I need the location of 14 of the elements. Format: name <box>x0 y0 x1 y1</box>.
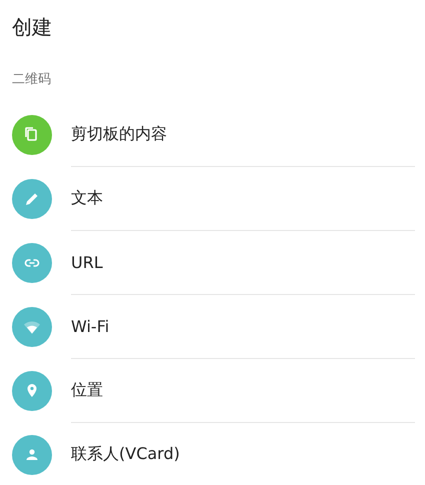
section-header: 二维码 <box>11 71 52 89</box>
link-icon[interactable] <box>12 243 52 283</box>
copy-icon[interactable] <box>12 115 52 155</box>
person-icon[interactable] <box>12 435 52 475</box>
list-item[interactable]: URL <box>71 253 103 272</box>
location-pin-icon[interactable] <box>12 371 52 411</box>
list-item[interactable]: 剪切板的内容 <box>71 124 167 145</box>
list-item[interactable]: 联系人(VCard) <box>71 444 180 465</box>
wifi-icon[interactable] <box>12 307 52 347</box>
screen-title: 创建 <box>11 14 53 41</box>
list-item[interactable]: 文本 <box>71 188 103 209</box>
pencil-icon[interactable] <box>12 179 52 219</box>
list-item[interactable]: 位置 <box>71 380 103 401</box>
list-item[interactable]: Wi-Fi <box>71 317 110 336</box>
